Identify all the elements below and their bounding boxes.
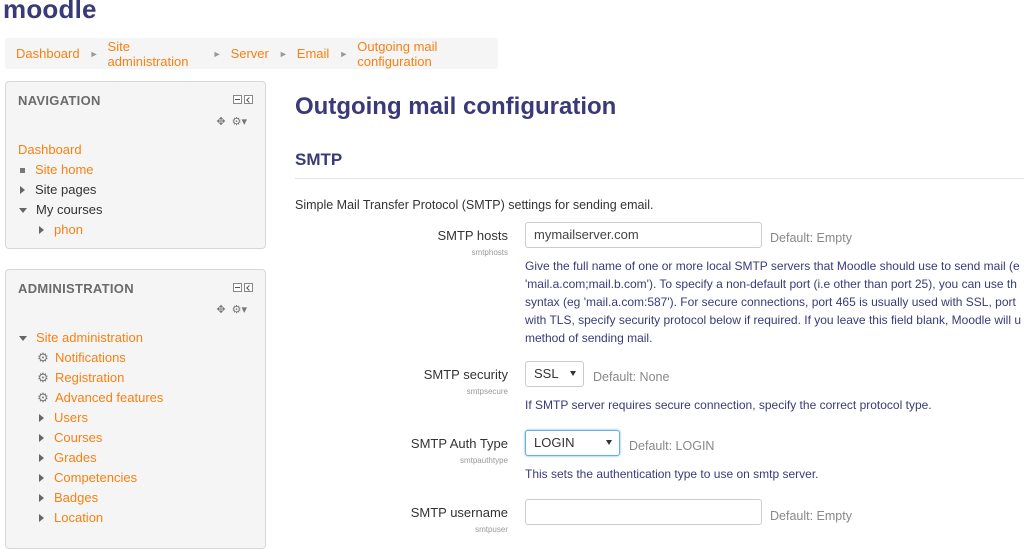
expand-icon[interactable]	[39, 454, 44, 462]
smtpsecure-select[interactable]: SSL	[525, 361, 584, 387]
expand-icon[interactable]	[39, 514, 44, 522]
smtpsecure-default: Default: None	[593, 370, 670, 384]
smtphosts-label: SMTP hosts	[437, 228, 508, 243]
section-heading-smtp: SMTP	[295, 150, 343, 169]
gear-menu-icon[interactable]: ⚙▾	[232, 115, 247, 128]
collapse-icon[interactable]	[233, 95, 242, 104]
administration-tree: Site administration ⚙ Notifications ⚙ Regi…	[18, 328, 163, 528]
smtphosts-description: Give the full name of one or more local …	[525, 257, 1024, 347]
administration-block: ADMINISTRATION ✥ ⚙▾ Site administration …	[5, 269, 266, 549]
smtphosts-description-line: method of sending mail.	[525, 331, 653, 345]
admin-courses[interactable]: Courses	[54, 428, 102, 448]
nav-my-courses[interactable]: My courses	[36, 200, 102, 220]
smtpauthtype-label: SMTP Auth Type	[410, 436, 508, 451]
expand-icon[interactable]	[39, 226, 44, 234]
gear-icon: ⚙	[37, 390, 49, 405]
breadcrumb-server[interactable]: Server	[231, 46, 269, 61]
nav-dashboard[interactable]: Dashboard	[18, 140, 82, 160]
breadcrumb-separator-icon: ►	[339, 48, 349, 59]
smtphosts-default: Default: Empty	[770, 231, 852, 245]
smtphosts-setting-name: smtphosts	[471, 248, 508, 257]
breadcrumb-separator-icon: ►	[278, 48, 288, 59]
smtphosts-description-line: Give the full name of one or more local …	[525, 259, 1020, 273]
breadcrumb-dashboard[interactable]: Dashboard	[16, 46, 80, 61]
bullet-icon	[20, 167, 25, 173]
move-icon[interactable]: ✥	[216, 115, 225, 128]
smtphosts-description-line: syntax (eg 'mail.a.com:587'). For secure…	[525, 295, 1016, 309]
expand-icon[interactable]	[39, 474, 44, 482]
gear-menu-icon[interactable]: ⚙▾	[232, 303, 247, 316]
breadcrumb-email[interactable]: Email	[297, 46, 330, 61]
expand-icon[interactable]	[20, 186, 25, 194]
smtphosts-input[interactable]: mymailserver.com	[525, 222, 762, 248]
dock-icon[interactable]	[244, 283, 253, 292]
navigation-block-controls	[233, 95, 253, 104]
admin-notifications[interactable]: Notifications	[55, 348, 126, 368]
site-logo[interactable]: moodle	[3, 0, 97, 25]
smtpsecure-description: If SMTP server requires secure connectio…	[525, 398, 932, 412]
admin-competencies[interactable]: Competencies	[54, 468, 137, 488]
collapse-tree-icon[interactable]	[19, 335, 27, 341]
smtpuser-label: SMTP username	[410, 505, 508, 520]
administration-block-title: ADMINISTRATION	[18, 281, 134, 296]
collapse-icon[interactable]	[233, 283, 242, 292]
smtpauthtype-default: Default: LOGIN	[629, 439, 715, 453]
smtpsecure-setting-name: smtpsecure	[466, 387, 508, 396]
smtpuser-input[interactable]	[525, 499, 762, 525]
expand-icon[interactable]	[39, 414, 44, 422]
admin-registration[interactable]: Registration	[55, 368, 124, 388]
admin-advanced-features[interactable]: Advanced features	[55, 388, 163, 408]
smtpauthtype-setting-name: smtpauthtype	[459, 456, 508, 465]
section-divider	[295, 178, 1024, 179]
smtpsecure-selected-value: SSL	[534, 366, 559, 381]
navigation-block-title: NAVIGATION	[18, 93, 101, 108]
administration-block-controls	[233, 283, 253, 292]
expand-icon[interactable]	[39, 494, 44, 502]
admin-grades[interactable]: Grades	[54, 448, 97, 468]
admin-location[interactable]: Location	[54, 508, 103, 528]
breadcrumb-separator-icon: ►	[89, 48, 99, 59]
navigation-block-tools: ✥ ⚙▾	[216, 115, 247, 128]
section-intro: Simple Mail Transfer Protocol (SMTP) set…	[295, 198, 654, 212]
gear-icon: ⚙	[37, 370, 49, 385]
breadcrumb-site-administration[interactable]: Site administration	[108, 39, 203, 69]
navigation-block: NAVIGATION ✥ ⚙▾ Dashboard Site home Site…	[5, 81, 266, 249]
administration-block-tools: ✥ ⚙▾	[216, 303, 247, 316]
nav-site-pages[interactable]: Site pages	[35, 180, 96, 200]
move-icon[interactable]: ✥	[216, 303, 225, 316]
admin-site-administration[interactable]: Site administration	[36, 328, 143, 348]
breadcrumb-outgoing-mail[interactable]: Outgoing mail configuration	[357, 39, 498, 69]
smtphosts-description-line: 'mail.a.com;mail.b.com'). To specify a n…	[525, 277, 1017, 291]
nav-course-phon[interactable]: phon	[54, 220, 83, 240]
breadcrumb: Dashboard ► Site administration ► Server…	[5, 38, 498, 69]
page-title: Outgoing mail configuration	[295, 93, 617, 120]
smtphosts-description-line: with TLS, specify security protocol belo…	[525, 313, 1022, 327]
dock-icon[interactable]	[244, 95, 253, 104]
breadcrumb-separator-icon: ►	[212, 48, 222, 59]
navigation-tree: Dashboard Site home Site pages My course…	[18, 140, 102, 240]
admin-users[interactable]: Users	[54, 408, 88, 428]
collapse-tree-icon[interactable]	[19, 207, 27, 213]
admin-badges[interactable]: Badges	[54, 488, 98, 508]
chevron-down-icon	[606, 440, 612, 445]
smtpauthtype-selected-value: LOGIN	[534, 435, 575, 450]
chevron-down-icon	[570, 371, 576, 376]
smtpuser-setting-name: smtpuser	[475, 525, 508, 534]
smtpauthtype-select[interactable]: LOGIN	[525, 430, 620, 456]
smtpuser-default: Default: Empty	[770, 509, 852, 523]
gear-icon: ⚙	[37, 350, 49, 365]
smtpsecure-label: SMTP security	[423, 367, 508, 382]
nav-site-home[interactable]: Site home	[35, 160, 94, 180]
smtpauthtype-description: This sets the authentication type to use…	[525, 467, 819, 481]
expand-icon[interactable]	[39, 434, 44, 442]
